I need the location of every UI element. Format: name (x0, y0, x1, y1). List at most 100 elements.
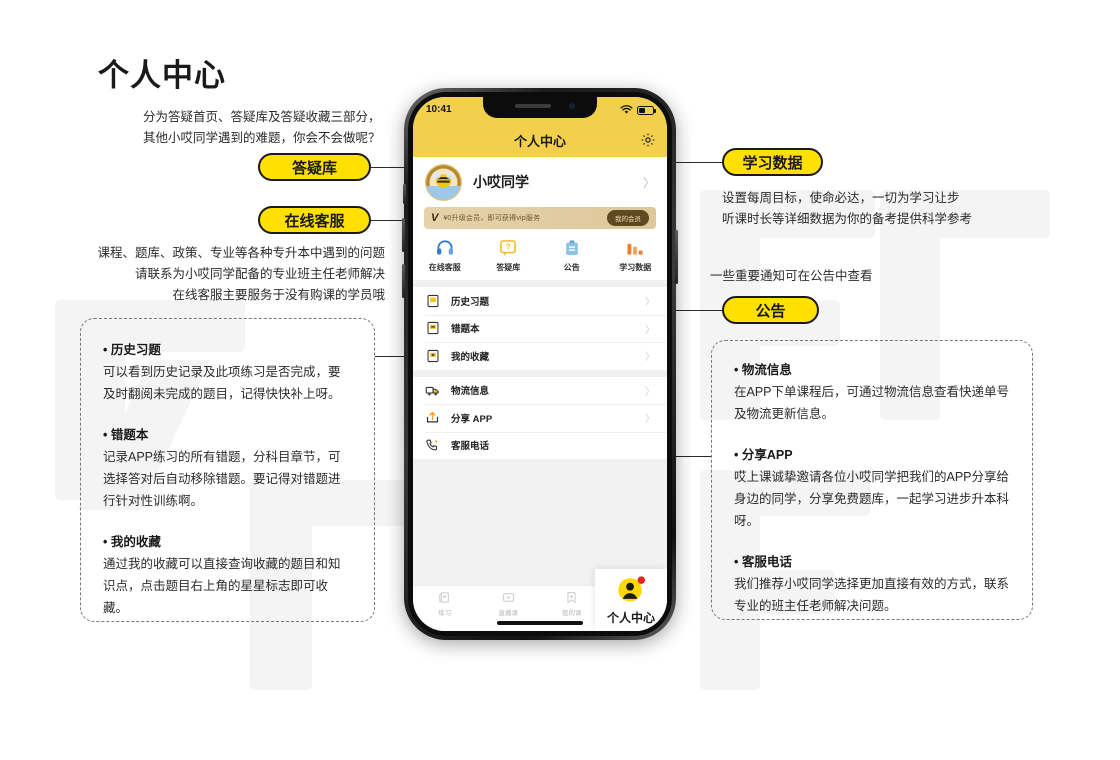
menu-item-label: 分享 APP (451, 413, 493, 425)
my-class-icon (567, 592, 576, 604)
menu-item-logistics[interactable]: 物流信息 〉 (413, 377, 667, 405)
chevron-right-icon: 〉 (642, 175, 655, 190)
chevron-right-icon: 〉 (645, 297, 655, 309)
announcement-desc-line-1: 一些重要通知可在公告中查看 (710, 269, 873, 283)
note-my-collection-title: 我的收藏 (103, 531, 352, 550)
tab-practice[interactable]: 练习 (413, 591, 477, 617)
phone-screen: 10:41 个人中心 小哎同学 〉 V ¥0升级会员，即可获得vip服务 我的会… (413, 97, 667, 631)
online-service-desc-line-2: 请联系为小哎同学配备的专业班主任老师解决 (134, 267, 385, 281)
earpiece-speaker (515, 104, 551, 108)
intro-text: 分为答疑首页、答疑库及答疑收藏三部分， 其他小哎同学遇到的难题，你会不会做呢？ (143, 107, 381, 149)
vip-member-button[interactable]: 我的会员 (607, 210, 649, 226)
profile-icon (618, 576, 646, 602)
question-bubble-icon: ? (500, 240, 517, 256)
menu-item-my-collection[interactable]: 我的收藏 〉 (413, 342, 667, 370)
chevron-right-icon: 〉 (645, 414, 655, 426)
menu-group-1: 历史习题 〉 错题本 〉 我的收藏 〉 (413, 287, 667, 370)
star-collect-icon (425, 348, 440, 363)
power-button[interactable] (675, 230, 678, 284)
app-bar-title: 个人中心 (513, 133, 566, 149)
quick-action-label: 答疑库 (496, 263, 521, 272)
menu-group-2: 物流信息 〉 分享 APP 〉 客服电话 (413, 376, 667, 460)
announcement-desc: 一些重要通知可在公告中查看 (710, 266, 873, 287)
svg-text:?: ? (506, 242, 511, 252)
note-wrong-book-body: 记录APP练习的所有错题，分科目章节，可选择答对后自动移除错题。要记得对错题进行… (103, 450, 341, 508)
vip-banner-text: ¥0升级会员，即可获得vip服务 (443, 215, 541, 222)
vip-logo-icon: V (431, 212, 439, 224)
tab-live-class[interactable]: 直播课 (477, 591, 541, 617)
section-divider-2 (413, 369, 667, 377)
note-service-phone-title: 客服电话 (734, 551, 1010, 570)
vip-banner[interactable]: V ¥0升级会员，即可获得vip服务 我的会员 (424, 207, 656, 229)
menu-item-label: 错题本 (451, 324, 480, 336)
connector-announcement-h (678, 310, 722, 312)
menu-item-label: 历史习题 (451, 296, 490, 308)
tab-label: 练习 (438, 610, 452, 617)
truck-icon (425, 383, 440, 398)
phone-icon (425, 438, 440, 453)
note-service-phone-body: 我们推荐小哎同学选择更加直接有效的方式，联系专业的班主任老师解决问题。 (734, 577, 1010, 613)
bar-chart-icon (627, 243, 643, 255)
study-data-desc-line-1: 设置每周目标，使命必达，一切为学习让步 (722, 191, 960, 205)
quick-action-label: 在线客服 (428, 263, 461, 272)
intro-line-1: 分为答疑首页、答疑库及答疑收藏三部分， (143, 110, 381, 124)
menu-item-label: 我的收藏 (451, 351, 490, 363)
tab-label: 我的课 (562, 610, 582, 617)
online-service-desc-line-1: 课程、题库、政策、专业等各种专升本中遇到的问题 (97, 246, 385, 260)
pill-online-service[interactable]: 在线客服 (258, 206, 371, 234)
online-service-desc: 课程、题库、政策、专业等各种专升本中遇到的问题 请联系为小哎同学配备的专业班主任… (60, 243, 385, 306)
quick-action-announcement[interactable]: 公告 (540, 238, 604, 273)
section-divider (413, 280, 667, 287)
status-time: 10:41 (426, 103, 452, 115)
quick-action-label: 公告 (563, 263, 580, 272)
menu-item-service-phone[interactable]: 客服电话 (413, 431, 667, 460)
note-wrong-book: 错题本 记录APP练习的所有错题，分科目章节，可选择答对后自动移除错题。要记得对… (103, 424, 352, 512)
note-my-collection: 我的收藏 通过我的收藏可以直接查询收藏的题目和知识点，点击题目右上角的星星标志即… (103, 531, 352, 619)
history-paper-icon (425, 293, 440, 308)
menu-item-history-exercises[interactable]: 历史习题 〉 (413, 287, 667, 315)
note-history-exercises: 历史习题 可以看到历史记录及此项练习是否完成，要及时翻阅未完成的题目，记得快快补… (103, 339, 352, 405)
note-share-app: 分享APP 哎上课诚挚邀请各位小哎同学把我们的APP分享给身边的同学，分享免费题… (734, 444, 1010, 532)
quick-action-study-data[interactable]: 学习数据 (604, 238, 668, 273)
note-logistics-body: 在APP下单课程后，可通过物流信息查看快递单号及物流更新信息。 (734, 385, 1010, 421)
phone-mockup: 10:41 个人中心 小哎同学 〉 V ¥0升级会员，即可获得vip服务 我的会… (402, 88, 678, 640)
app-bar: 个人中心 (413, 123, 667, 157)
menu-item-label: 客服电话 (451, 441, 490, 453)
share-icon (425, 410, 440, 425)
menu-item-share-app[interactable]: 分享 APP 〉 (413, 404, 667, 432)
status-indicators (620, 105, 656, 115)
note-logistics-title: 物流信息 (734, 359, 1010, 378)
profile-row[interactable]: 小哎同学 〉 (413, 157, 667, 207)
pill-qa-library[interactable]: 答疑库 (258, 153, 371, 181)
tab-label: 个人中心 (606, 611, 655, 625)
right-notes-box: 物流信息 在APP下单课程后，可通过物流信息查看快递单号及物流更新信息。 分享A… (711, 340, 1033, 620)
practice-icon (439, 592, 450, 603)
volume-down-button[interactable] (402, 264, 405, 298)
note-wrong-book-title: 错题本 (103, 424, 352, 443)
quick-action-qa-library[interactable]: ? 答疑库 (477, 238, 541, 273)
connector-study-data-h (678, 162, 722, 164)
gear-icon[interactable] (640, 132, 656, 148)
left-notes-box: 历史习题 可以看到历史记录及此项练习是否完成，要及时翻阅未完成的题目，记得快快补… (80, 318, 375, 622)
tab-my-class[interactable]: 我的课 (540, 591, 604, 617)
pill-study-data[interactable]: 学习数据 (722, 148, 823, 176)
wrong-book-icon (425, 321, 440, 336)
note-history-exercises-title: 历史习题 (103, 339, 352, 358)
chevron-right-icon: 〉 (645, 352, 655, 364)
clipboard-icon (565, 240, 578, 256)
intro-line-2: 其他小哎同学遇到的难题，你会不会做呢？ (143, 131, 381, 145)
vip-banner-wrap: V ¥0升级会员，即可获得vip服务 我的会员 (413, 207, 667, 231)
quick-action-label: 学习数据 (619, 263, 652, 272)
chevron-right-icon: 〉 (645, 386, 655, 398)
quick-action-online-service[interactable]: 在线客服 (413, 238, 477, 273)
volume-up-button[interactable] (402, 218, 405, 252)
headset-icon (436, 240, 453, 255)
menu-item-wrong-book[interactable]: 错题本 〉 (413, 314, 667, 343)
bee-avatar (425, 163, 462, 201)
note-share-app-body: 哎上课诚挚邀请各位小哎同学把我们的APP分享给身边的同学，分享免费题库，一起学习… (734, 470, 1010, 528)
note-service-phone: 客服电话 我们推荐小哎同学选择更加直接有效的方式，联系专业的班主任老师解决问题。 (734, 551, 1010, 617)
note-logistics: 物流信息 在APP下单课程后，可通过物流信息查看快递单号及物流更新信息。 (734, 359, 1010, 425)
pill-announcement[interactable]: 公告 (722, 296, 819, 324)
tab-profile-highlight[interactable]: 个人中心 (595, 569, 667, 631)
silent-switch[interactable] (402, 184, 406, 204)
